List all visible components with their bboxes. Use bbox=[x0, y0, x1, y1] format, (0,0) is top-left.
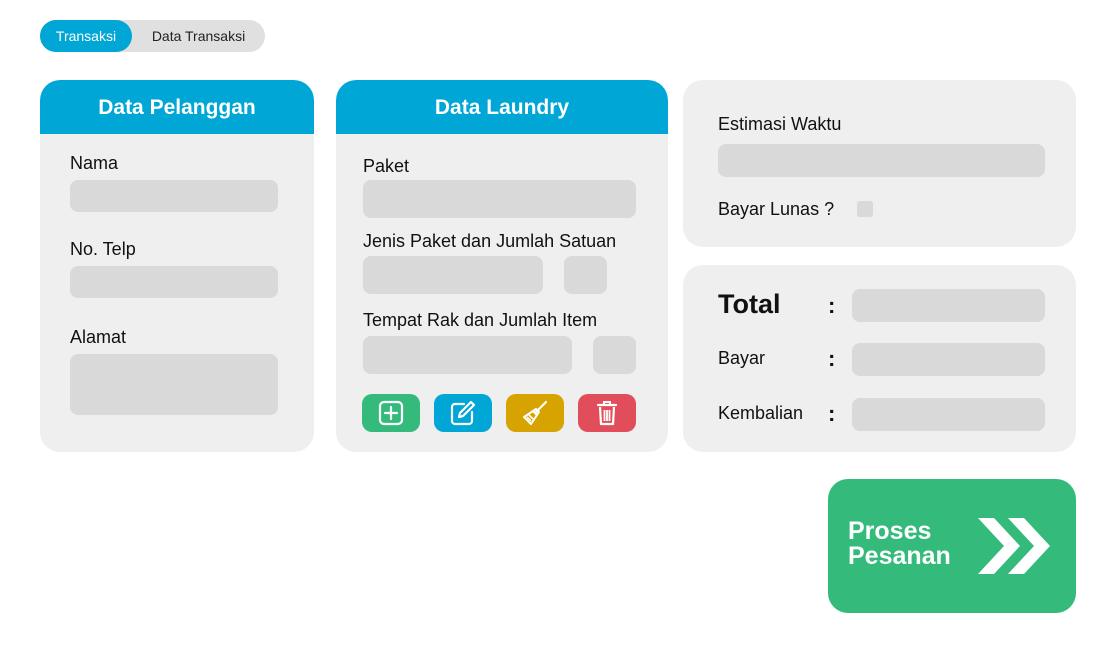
telp-label: No. Telp bbox=[70, 239, 136, 259]
jumlah-satuan-input[interactable] bbox=[564, 256, 607, 294]
paket-select[interactable] bbox=[363, 180, 636, 218]
paket-label: Paket bbox=[363, 156, 410, 176]
total-colon: : bbox=[828, 293, 836, 318]
kembalian-field bbox=[852, 398, 1045, 431]
jenis-paket-select[interactable] bbox=[363, 256, 543, 294]
bayar-colon: : bbox=[828, 346, 836, 371]
nama-label: Nama bbox=[70, 153, 119, 173]
proses-pesanan-label: Proses Pesanan bbox=[848, 519, 951, 569]
data-pelanggan-card: Data Pelanggan Nama No. Telp Alamat bbox=[40, 80, 314, 452]
tab-bar: Transaksi Data Transaksi bbox=[40, 20, 265, 52]
bayar-input[interactable] bbox=[852, 343, 1045, 376]
tempat-rak-label: Tempat Rak dan Jumlah Item bbox=[363, 310, 598, 330]
kembalian-label: Kembalian bbox=[718, 403, 804, 423]
data-pelanggan-title: Data Pelanggan bbox=[40, 80, 314, 134]
tab-transaksi[interactable]: Transaksi bbox=[40, 20, 132, 52]
broom-icon bbox=[523, 400, 548, 425]
jumlah-item-input[interactable] bbox=[593, 336, 636, 374]
kembalian-colon: : bbox=[828, 401, 836, 426]
edit-icon bbox=[450, 400, 476, 426]
alamat-textarea[interactable] bbox=[70, 354, 278, 415]
proses-line1: Proses bbox=[848, 517, 932, 545]
trash-icon bbox=[596, 401, 618, 426]
proses-line2: Pesanan bbox=[848, 542, 951, 570]
estimasi-waktu-label: Estimasi Waktu bbox=[718, 114, 842, 134]
estimasi-card: Estimasi Waktu Bayar Lunas ? bbox=[683, 80, 1076, 247]
tab-data-transaksi[interactable]: Data Transaksi bbox=[132, 20, 265, 52]
jenis-paket-label: Jenis Paket dan Jumlah Satuan bbox=[363, 231, 617, 251]
summary-card: Total : Bayar : Kembalian : bbox=[683, 265, 1076, 452]
clear-button[interactable] bbox=[506, 394, 564, 432]
data-laundry-title: Data Laundry bbox=[336, 80, 668, 134]
tempat-rak-select[interactable] bbox=[363, 336, 572, 374]
total-field bbox=[852, 289, 1045, 322]
delete-button[interactable] bbox=[578, 394, 636, 432]
bayar-lunas-label: Bayar Lunas ? bbox=[718, 199, 835, 219]
double-chevron-right-icon bbox=[978, 518, 1050, 574]
edit-button[interactable] bbox=[434, 394, 492, 432]
proses-pesanan-button[interactable]: Proses Pesanan bbox=[828, 479, 1076, 613]
telp-input[interactable] bbox=[70, 266, 278, 298]
bayar-lunas-checkbox[interactable] bbox=[857, 201, 873, 217]
add-button[interactable] bbox=[362, 394, 420, 432]
bayar-label: Bayar bbox=[718, 348, 766, 368]
estimasi-waktu-field[interactable] bbox=[718, 144, 1045, 177]
alamat-label: Alamat bbox=[70, 327, 127, 347]
plus-square-icon bbox=[378, 400, 404, 426]
nama-input[interactable] bbox=[70, 180, 278, 212]
total-label: Total bbox=[718, 289, 781, 319]
